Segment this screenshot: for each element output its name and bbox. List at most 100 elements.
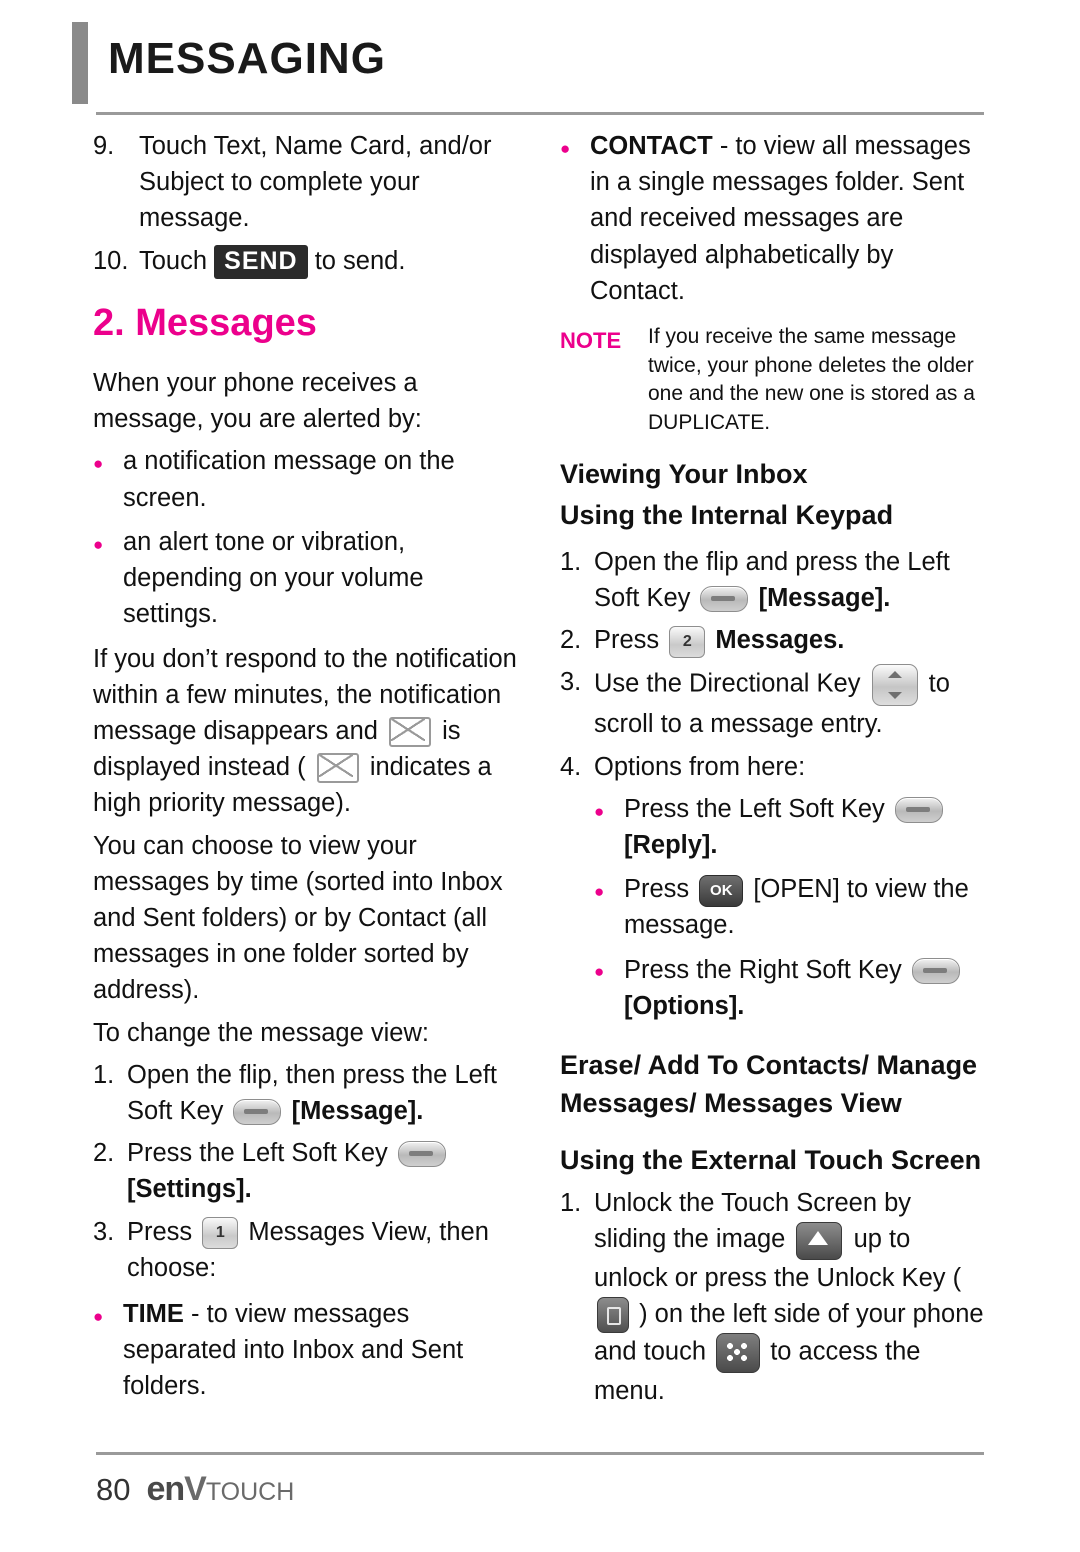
contact-bullet-body: CONTACT - to view all messages in a sing… <box>590 128 990 309</box>
touchscreen-step-1-text: Unlock the Touch Screen by sliding the i… <box>594 1185 990 1409</box>
touchscreen-step-1-number: 1. <box>560 1189 582 1218</box>
change-view-step-1-text: Open the flip, then press the Left Soft … <box>127 1057 523 1129</box>
time-bullet: TIME - to view messages separated into I… <box>93 1296 523 1405</box>
messages-intro: When your phone receives a message, you … <box>93 369 422 434</box>
alert-bullet-1-text: a notification message on the screen. <box>123 447 455 512</box>
option-bullet-open: Press OK [OPEN] to view the message. <box>594 871 990 943</box>
step-9: 9. Touch Text, Name Card, and/or Subject… <box>93 128 523 237</box>
internal-step-1-text: Open the flip and press the Left Soft Ke… <box>594 544 990 616</box>
alert-bullet-2-text: an alert tone or vibration, depending on… <box>123 527 424 629</box>
internal-step-2-a: Press <box>594 626 660 655</box>
touchscreen-step-1: 1. Unlock the Touch Screen by sliding th… <box>560 1185 990 1409</box>
alert-bullet-2: an alert tone or vibration, depending on… <box>93 524 523 633</box>
change-view-step-3: 3. Press 1 Messages View, then choose: <box>93 1214 523 1286</box>
option-open-body: Press OK [OPEN] to view the message. <box>624 871 990 943</box>
envelope-icon <box>389 717 432 748</box>
change-view-step-1-b: [Message]. <box>291 1096 424 1125</box>
send-key-icon: SEND <box>214 244 308 280</box>
choose-view-paragraph: You can choose to view your messages by … <box>93 831 503 1005</box>
internal-step-2-b: Messages. <box>715 626 845 655</box>
step-10-pre: Touch <box>139 246 208 275</box>
option-reply-b: [Reply]. <box>624 831 718 860</box>
bullet-dot-icon <box>93 443 123 515</box>
contact-bullet-label: CONTACT <box>590 132 713 160</box>
page-number: 80 <box>96 1472 131 1507</box>
alert-bullet-1: a notification message on the screen. <box>93 443 523 515</box>
contact-bullet: CONTACT - to view all messages in a sing… <box>560 128 990 309</box>
arrow-up-unlock-icon <box>796 1221 843 1260</box>
numeric-key-2-icon: 2 <box>669 625 706 658</box>
step-10-text: Touch SEND to send. <box>139 243 523 280</box>
numeric-key-1-icon: 1 <box>202 1216 239 1249</box>
option-options-b: [Options]. <box>624 991 745 1020</box>
change-view-step-2-a: Press the Left Soft Key <box>127 1139 388 1168</box>
unlock-key-icon <box>597 1297 629 1334</box>
soft-key-icon <box>894 797 943 824</box>
heading-viewing-your-inbox: Viewing Your Inbox <box>560 459 808 490</box>
bullet-dot-icon <box>93 1296 123 1405</box>
title-accent-bar <box>72 22 88 104</box>
option-options-a: Press the Right Soft Key <box>624 955 902 984</box>
menu-grid-icon <box>716 1333 761 1374</box>
change-view-step-2-text: Press the Left Soft Key [Settings]. <box>127 1135 523 1207</box>
option-open-a: Press <box>624 875 690 904</box>
time-bullet-label: TIME <box>123 1299 184 1328</box>
internal-step-2: 2. Press 2 Messages. <box>560 622 990 658</box>
change-view-step-3-number: 3. <box>93 1217 115 1246</box>
internal-step-2-number: 2. <box>560 626 582 655</box>
change-view-step-3-a: Press <box>127 1217 193 1246</box>
brand-en: en <box>146 1470 185 1508</box>
heading-erase-add-manage: Erase/ Add To Contacts/ Manage Messages/… <box>560 1050 978 1119</box>
brand-touch: TOUCH <box>205 1478 295 1506</box>
internal-step-3-a: Use the Directional Key <box>594 670 861 699</box>
soft-key-icon <box>700 586 749 613</box>
bullet-dot-icon <box>594 791 624 863</box>
step-10-post: to send. <box>314 246 406 275</box>
note-block: NOTE If you receive the same message twi… <box>560 323 990 437</box>
heading-using-internal-keypad: Using the Internal Keypad <box>560 499 894 530</box>
step-9-number: 9. <box>93 132 115 160</box>
right-column: CONTACT - to view all messages in a sing… <box>560 128 990 1415</box>
internal-step-4: 4. Options from here: <box>560 749 990 785</box>
no-response-paragraph: If you don’t respond to the notification… <box>93 641 523 822</box>
note-label: NOTE <box>560 328 622 354</box>
header-divider <box>96 112 984 115</box>
envelope-priority-icon <box>316 753 359 784</box>
internal-step-1: 1. Open the flip and press the Left Soft… <box>560 544 990 616</box>
footer-divider <box>96 1452 984 1455</box>
footer: 80 enVTOUCH <box>96 1470 294 1509</box>
internal-step-1-b: [Message]. <box>758 584 891 613</box>
change-view-step-2-b: [Settings]. <box>127 1175 252 1204</box>
internal-step-3-number: 3. <box>560 668 582 697</box>
internal-step-2-text: Press 2 Messages. <box>594 622 990 658</box>
internal-step-4-text: Options from here: <box>594 752 806 781</box>
option-reply-a: Press the Left Soft Key <box>624 794 885 823</box>
option-bullet-options: Press the Right Soft Key [Options]. <box>594 952 990 1024</box>
brand-v: V <box>184 1470 207 1508</box>
change-view-step-2-number: 2. <box>93 1139 115 1168</box>
change-view-step-1-number: 1. <box>93 1060 115 1089</box>
soft-key-icon <box>911 957 960 984</box>
change-view-step-3-text: Press 1 Messages View, then choose: <box>127 1214 523 1286</box>
bullet-dot-icon <box>594 871 624 943</box>
numeric-key-2-label: 2 <box>682 632 692 650</box>
internal-step-3-text: Use the Directional Key to scroll to a m… <box>594 664 990 742</box>
left-column: 9. Touch Text, Name Card, and/or Subject… <box>93 128 523 1413</box>
change-view-lead: To change the message view: <box>93 1018 429 1047</box>
manual-page: MESSAGING 9. Touch Text, Name Card, and/… <box>0 0 1080 1552</box>
bullet-dot-icon <box>560 128 590 309</box>
soft-key-icon <box>233 1099 282 1126</box>
directional-key-icon <box>871 664 918 707</box>
option-bullet-reply: Press the Left Soft Key [Reply]. <box>594 791 990 863</box>
brand-logo: enVTOUCH <box>146 1470 294 1509</box>
step-10: 10. Touch SEND to send. <box>93 243 523 280</box>
numeric-key-1-label: 1 <box>215 1223 225 1241</box>
internal-step-1-number: 1. <box>560 547 582 576</box>
internal-step-3: 3. Use the Directional Key to scroll to … <box>560 664 990 742</box>
soft-key-icon <box>397 1141 446 1168</box>
option-options-body: Press the Right Soft Key [Options]. <box>624 952 990 1024</box>
internal-step-4-number: 4. <box>560 752 582 781</box>
heading-using-external-touch-screen: Using the External Touch Screen <box>560 1144 982 1175</box>
option-reply-body: Press the Left Soft Key [Reply]. <box>624 791 990 863</box>
change-view-step-2: 2. Press the Left Soft Key [Settings]. <box>93 1135 523 1207</box>
